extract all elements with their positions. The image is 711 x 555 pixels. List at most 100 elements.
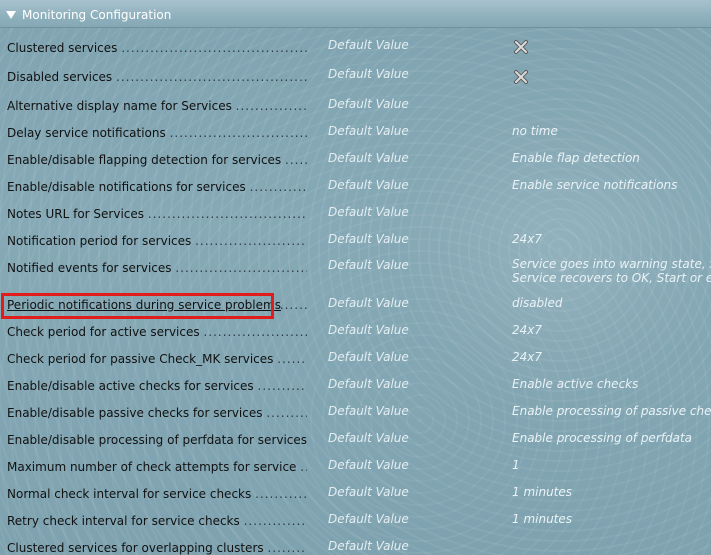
setting-row: Notified events for services ...........… bbox=[0, 257, 711, 287]
setting-label-text[interactable]: Enable/disable passive checks for servic… bbox=[7, 406, 262, 420]
default-value: Default Value bbox=[328, 296, 409, 310]
x-icon bbox=[514, 70, 528, 84]
setting-label-text[interactable]: Delay service notifications bbox=[7, 126, 166, 140]
setting-label[interactable]: Retry check interval for service checks … bbox=[7, 513, 307, 529]
leader-dots: ........................................… bbox=[203, 325, 307, 339]
setting-row: Normal check interval for service checks… bbox=[0, 485, 711, 513]
section-header[interactable]: Monitoring Configuration bbox=[0, 0, 711, 28]
setting-label[interactable]: Clustered services for overlapping clust… bbox=[7, 540, 307, 555]
setting-row: Disabled services ......................… bbox=[0, 67, 711, 96]
setting-label[interactable]: Alternative display name for Services ..… bbox=[7, 98, 307, 114]
setting-label[interactable]: Notification period for services .......… bbox=[7, 233, 307, 249]
setting-label-text[interactable]: Alternative display name for Services bbox=[7, 99, 232, 113]
setting-label-text[interactable]: Enable/disable processing of perfdata fo… bbox=[7, 433, 307, 447]
default-value: Default Value bbox=[328, 512, 409, 526]
default-value: Default Value bbox=[328, 539, 409, 553]
setting-label[interactable]: Enable/disable active checks for service… bbox=[7, 378, 307, 394]
leader-dots: ........................................… bbox=[121, 41, 307, 55]
setting-value: Enable service notifications bbox=[512, 178, 678, 192]
default-value: Default Value bbox=[328, 258, 409, 272]
leader-dots: ........................................… bbox=[249, 180, 307, 194]
default-value: Default Value bbox=[328, 350, 409, 364]
leader-dots: ........................................… bbox=[255, 487, 307, 501]
setting-value: 24x7 bbox=[512, 232, 543, 246]
leader-dots: ........................................… bbox=[195, 234, 307, 248]
setting-label[interactable]: Check period for passive Check_MK servic… bbox=[7, 351, 307, 367]
setting-row: Clustered services for overlapping clust… bbox=[0, 539, 711, 555]
setting-value: Enable processing of passive check r bbox=[512, 404, 711, 418]
default-value: Default Value bbox=[328, 485, 409, 499]
setting-row: Check period for active services .......… bbox=[0, 323, 711, 351]
leader-dots-wrap: ........ bbox=[275, 297, 307, 313]
setting-row: Clustered services .....................… bbox=[0, 38, 711, 67]
setting-value: Service goes into warning state, Serv bbox=[512, 257, 711, 271]
setting-value: Enable flap detection bbox=[512, 151, 640, 165]
leader-dots: ........................................… bbox=[116, 70, 307, 84]
setting-value: Enable processing of perfdata bbox=[512, 431, 693, 445]
setting-value: 1 minutes bbox=[512, 485, 573, 499]
leader-dots: ........................................… bbox=[267, 541, 307, 555]
setting-label[interactable]: Enable/disable flapping detection for se… bbox=[7, 152, 307, 168]
setting-label[interactable]: Enable/disable processing of perfdata fo… bbox=[7, 432, 307, 448]
default-value: Default Value bbox=[328, 404, 409, 418]
setting-row: Check period for passive Check_MK servic… bbox=[0, 350, 711, 378]
setting-row: Enable/disable notifications for service… bbox=[0, 178, 711, 206]
leader-dots: ........................................… bbox=[300, 460, 307, 474]
setting-row: Maximum number of check attempts for ser… bbox=[0, 458, 711, 486]
default-value: Default Value bbox=[328, 178, 409, 192]
setting-value: 24x7 bbox=[512, 323, 543, 337]
setting-label-text[interactable]: Retry check interval for service checks bbox=[7, 514, 240, 528]
setting-label-text[interactable]: Clustered services for overlapping clust… bbox=[7, 541, 264, 555]
setting-label[interactable]: Disabled services ......................… bbox=[7, 69, 307, 85]
leader-dots: ........................................… bbox=[266, 406, 307, 420]
setting-row: Notes URL for Services .................… bbox=[0, 205, 711, 233]
section-title: Monitoring Configuration bbox=[22, 8, 172, 22]
default-value: Default Value bbox=[328, 151, 409, 165]
setting-label[interactable]: Clustered services .....................… bbox=[7, 40, 307, 56]
setting-row: Enable/disable processing of perfdata fo… bbox=[0, 431, 711, 459]
setting-value: disabled bbox=[512, 296, 563, 310]
setting-label[interactable]: Notified events for services ...........… bbox=[7, 260, 307, 276]
setting-row: Notification period for services .......… bbox=[0, 232, 711, 260]
default-value: Default Value bbox=[328, 67, 409, 81]
default-value: Default Value bbox=[328, 458, 409, 472]
setting-label[interactable]: Check period for active services .......… bbox=[7, 324, 307, 340]
section-header-title-wrap[interactable]: Monitoring Configuration bbox=[6, 7, 171, 23]
setting-row: Enable/disable flapping detection for se… bbox=[0, 151, 711, 179]
leader-dots: ........................................… bbox=[285, 153, 307, 167]
highlight-annotation-box bbox=[1, 293, 274, 319]
setting-label-text[interactable]: Normal check interval for service checks bbox=[7, 487, 251, 501]
setting-label[interactable]: Delay service notifications ............… bbox=[7, 125, 307, 141]
default-value: Default Value bbox=[328, 205, 409, 219]
setting-value: 1 bbox=[512, 458, 520, 472]
setting-label-text[interactable]: Enable/disable notifications for service… bbox=[7, 180, 246, 194]
setting-label[interactable]: Notes URL for Services .................… bbox=[7, 206, 307, 222]
default-value: Default Value bbox=[328, 124, 409, 138]
default-value: Default Value bbox=[328, 232, 409, 246]
leader-dots: ........ bbox=[275, 298, 307, 312]
setting-label-text[interactable]: Notified events for services bbox=[7, 261, 172, 275]
setting-label-text[interactable]: Check period for active services bbox=[7, 325, 200, 339]
triangle-down-icon[interactable] bbox=[6, 11, 16, 19]
setting-label-text[interactable]: Enable/disable flapping detection for se… bbox=[7, 153, 281, 167]
setting-label-text[interactable]: Check period for passive Check_MK servic… bbox=[7, 352, 273, 366]
setting-label-text[interactable]: Disabled services bbox=[7, 70, 112, 84]
leader-dots: ........................................… bbox=[235, 99, 307, 113]
setting-label-text[interactable]: Enable/disable active checks for service… bbox=[7, 379, 254, 393]
default-value: Default Value bbox=[328, 323, 409, 337]
setting-label[interactable]: Maximum number of check attempts for ser… bbox=[7, 459, 307, 475]
setting-label-text[interactable]: Maximum number of check attempts for ser… bbox=[7, 460, 296, 474]
setting-label-text[interactable]: Notes URL for Services bbox=[7, 207, 144, 221]
setting-row: Enable/disable passive checks for servic… bbox=[0, 404, 711, 432]
setting-label[interactable]: Normal check interval for service checks… bbox=[7, 486, 307, 502]
setting-label-text[interactable]: Clustered services bbox=[7, 41, 117, 55]
setting-label[interactable]: Enable/disable notifications for service… bbox=[7, 179, 307, 195]
leader-dots: ........................................… bbox=[243, 514, 307, 528]
setting-label[interactable]: Enable/disable passive checks for servic… bbox=[7, 405, 307, 421]
setting-value: 24x7 bbox=[512, 350, 543, 364]
setting-label-text[interactable]: Notification period for services bbox=[7, 234, 191, 248]
leader-dots: ........................................… bbox=[257, 379, 308, 393]
setting-row: Retry check interval for service checks … bbox=[0, 512, 711, 540]
leader-dots: ........................................… bbox=[147, 207, 307, 221]
setting-row: Alternative display name for Services ..… bbox=[0, 97, 711, 125]
